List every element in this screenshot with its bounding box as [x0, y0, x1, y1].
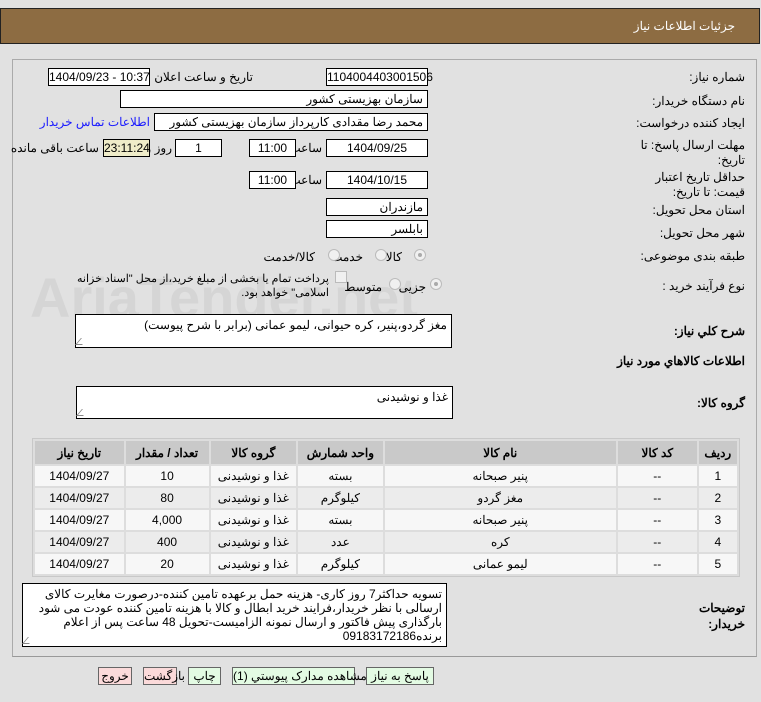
- table-cell: غذا و نوشیدنی: [210, 554, 297, 574]
- description-textarea[interactable]: مغز گردو،پنیر، کره حیوانی، لیمو عمانی (ب…: [75, 314, 452, 348]
- col-name: نام کالا: [384, 441, 616, 464]
- province-field: مازندران: [326, 198, 428, 216]
- table-cell: 2: [698, 488, 737, 508]
- table-cell: 80: [125, 488, 209, 508]
- validity-date-field: 1404/10/15: [326, 171, 428, 189]
- col-group: گروه کالا: [210, 441, 297, 464]
- province-label: استان محل تحویل:: [652, 203, 745, 217]
- table-cell: 20: [125, 554, 209, 574]
- table-cell: غذا و نوشیدنی: [210, 532, 297, 552]
- creator-field: محمد رضا مقدادی کارپرداز سازمان بهزیستی …: [154, 113, 428, 131]
- table-cell: بسته: [298, 510, 383, 530]
- table-cell: لیمو عمانی: [384, 554, 616, 574]
- reply-button[interactable]: پاسخ به نیاز: [366, 667, 434, 685]
- deadline-time-field: 11:00: [249, 139, 296, 157]
- table-row: 5 -- لیمو عمانی کیلوگرم غذا و نوشیدنی 20 1404/…: [35, 554, 737, 574]
- table-cell: 10: [125, 466, 209, 486]
- table-cell: 1: [698, 466, 737, 486]
- table-cell: مغز گردو: [384, 488, 616, 508]
- process-radio-small[interactable]: [430, 278, 442, 290]
- col-unit: واحد شمارش: [298, 441, 383, 464]
- attachments-button[interactable]: مشاهده مدارک پیوستي (1): [232, 667, 367, 685]
- table-cell: کیلوگرم: [298, 554, 383, 574]
- table-cell: 1404/09/27: [35, 466, 124, 486]
- table-cell: --: [617, 510, 697, 530]
- col-row: ردیف: [698, 441, 737, 464]
- table-cell: 3: [698, 510, 737, 530]
- table-cell: --: [617, 488, 697, 508]
- process-label: نوع فرآیند خرید :: [662, 279, 745, 293]
- process-medium-label: متوسط: [344, 280, 382, 294]
- page-title: جزئیات اطلاعات نیاز: [633, 19, 735, 33]
- treasury-checkbox[interactable]: [335, 271, 347, 283]
- table-row: 3 -- پنیر صبحانه بسته غذا و نوشیدنی 4,000 1404…: [35, 510, 737, 530]
- buyer-contact-link[interactable]: اطلاعات تماس خریدار: [40, 115, 150, 129]
- table-cell: غذا و نوشیدنی: [210, 510, 297, 530]
- category-label: طبقه بندی موضوعی:: [640, 249, 745, 263]
- table-cell: بسته: [298, 466, 383, 486]
- table-cell: 1404/09/27: [35, 488, 124, 508]
- table-cell: 4: [698, 532, 737, 552]
- table-cell: پنیر صبحانه: [384, 510, 616, 530]
- description-label: شرح کلي نیاز:: [673, 324, 745, 338]
- category-radio-service[interactable]: [375, 249, 387, 261]
- table-cell: --: [617, 532, 697, 552]
- back-button[interactable]: بازگشت: [143, 667, 185, 685]
- goods-table: ردیف کد کالا نام کالا واحد شمارش گروه کا…: [32, 438, 740, 577]
- deadline-label: مهلت ارسال پاسخ: تا تاریخ:: [640, 138, 745, 167]
- table-cell: کیلوگرم: [298, 488, 383, 508]
- table-cell: غذا و نوشیدنی: [210, 488, 297, 508]
- table-row: 1 -- پنیر صبحانه بسته غذا و نوشیدنی 10 1404/09…: [35, 466, 737, 486]
- page-header: جزئیات اطلاعات نیاز: [0, 8, 760, 44]
- table-cell: --: [617, 466, 697, 486]
- creator-label: ایجاد کننده درخواست:: [636, 116, 745, 130]
- need-number-label: شماره نیاز:: [689, 70, 745, 84]
- category-radio-both[interactable]: [328, 249, 340, 261]
- remaining-time-field: 23:11:24: [103, 139, 150, 157]
- process-small-label: جزیی: [398, 280, 426, 294]
- print-button[interactable]: چاپ: [188, 667, 221, 685]
- category-goods-label: کالا: [385, 250, 402, 264]
- validity-time-field: 11:00: [249, 171, 296, 189]
- category-radio-goods[interactable]: [414, 249, 426, 261]
- validity-label: حداقل تاریخ اعتبار قیمت: تا تاریخ:: [655, 170, 745, 199]
- announce-field: 1404/09/23 - 10:37: [48, 68, 150, 86]
- buyer-org-field: سازمان بهزیستی کشور: [120, 90, 428, 108]
- table-cell: 1404/09/27: [35, 554, 124, 574]
- city-field: بابلسر: [326, 220, 428, 238]
- col-code: کد کالا: [617, 441, 697, 464]
- deadline-date-field: 1404/09/25: [326, 139, 428, 157]
- process-radio-medium[interactable]: [389, 278, 401, 290]
- table-cell: --: [617, 554, 697, 574]
- table-cell: 5: [698, 554, 737, 574]
- days-field: 1: [175, 139, 222, 157]
- table-cell: 4,000: [125, 510, 209, 530]
- table-row: 4 -- کره عدد غذا و نوشیدنی 400 1404/09/27: [35, 532, 737, 552]
- goods-group-textarea[interactable]: غذا و نوشیدنی: [76, 386, 453, 419]
- table-row: 2 -- مغز گردو کیلوگرم غذا و نوشیدنی 80 1404/09…: [35, 488, 737, 508]
- col-qty: تعداد / مقدار: [125, 441, 209, 464]
- table-cell: 1404/09/27: [35, 532, 124, 552]
- buyer-org-label: نام دستگاه خریدار:: [652, 94, 745, 108]
- exit-button[interactable]: خروج: [98, 667, 132, 685]
- goods-info-title: اطلاعات کالاهاي مورد نیاز: [617, 354, 745, 368]
- col-date: تاریخ نیاز: [35, 441, 124, 464]
- table-cell: کره: [384, 532, 616, 552]
- goods-group-label: گروه کالا:: [697, 396, 745, 410]
- table-cell: پنیر صبحانه: [384, 466, 616, 486]
- table-cell: 1404/09/27: [35, 510, 124, 530]
- table-cell: 400: [125, 532, 209, 552]
- notes-label: توضیحات خریدار:: [698, 601, 745, 631]
- treasury-text: پرداخت تمام یا بخشی از مبلغ خرید،از محل …: [77, 273, 329, 299]
- notes-textarea[interactable]: تسویه حداکثر7 روز کاری- هزینه حمل برعهده…: [22, 583, 447, 647]
- table-cell: غذا و نوشیدنی: [210, 466, 297, 486]
- need-number-field: 1104004403001506: [326, 68, 433, 86]
- category-both-label: کالا/خدمت: [263, 250, 315, 264]
- remaining-label: ساعت باقی مانده: [10, 141, 99, 155]
- table-cell: عدد: [298, 532, 383, 552]
- city-label: شهر محل تحویل:: [659, 226, 745, 240]
